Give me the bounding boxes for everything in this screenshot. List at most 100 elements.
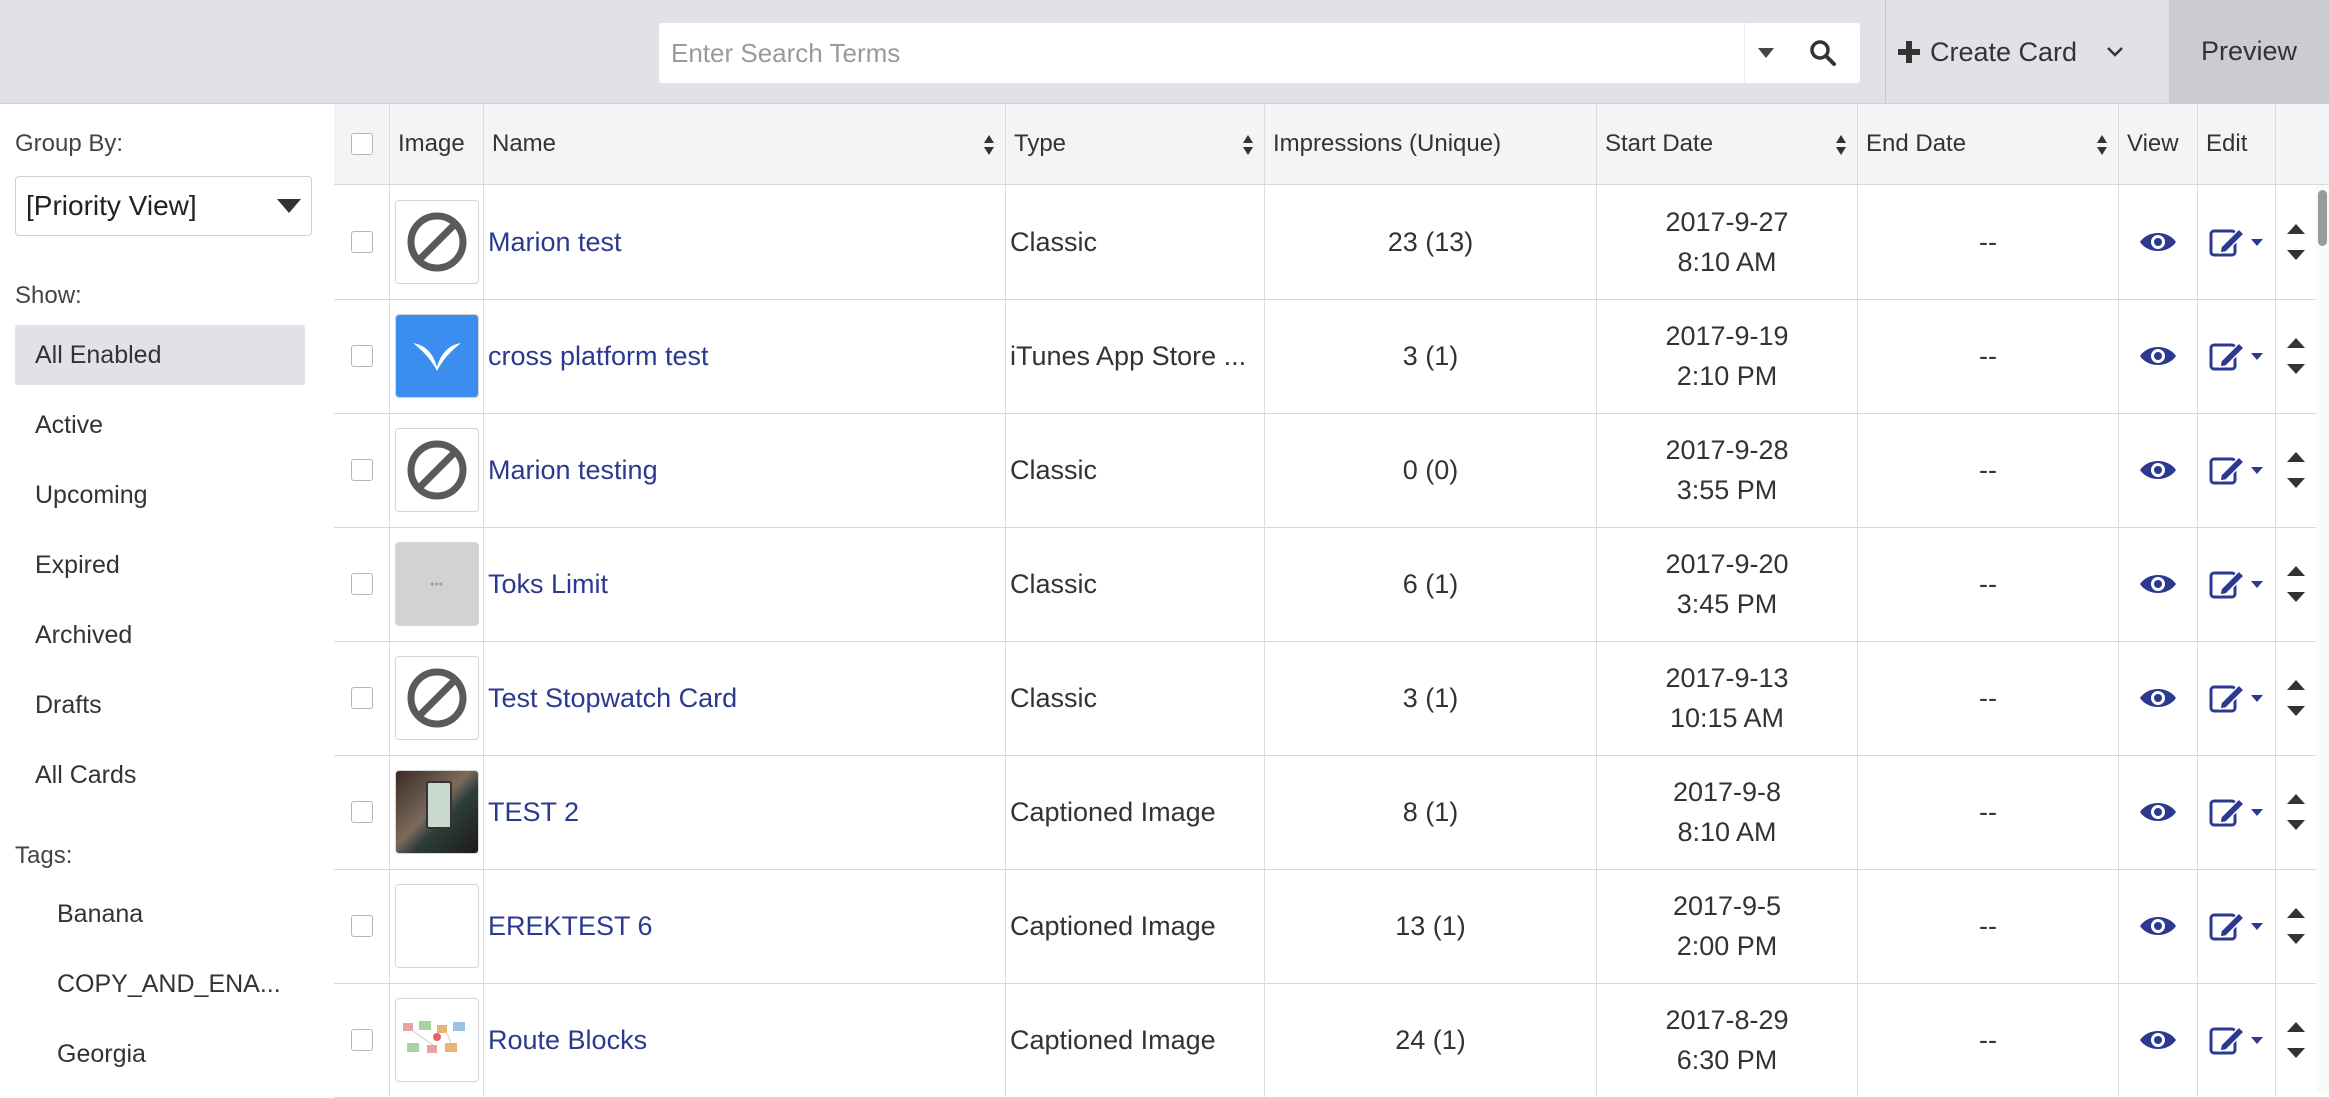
view-button[interactable] [2119,299,2198,413]
select-all-checkbox[interactable] [350,133,373,155]
show-item-expired[interactable]: Expired [15,535,305,595]
preview-button[interactable]: Preview [2169,0,2329,103]
row-checkbox[interactable] [350,915,373,937]
search-button[interactable] [1786,23,1860,83]
move-down-icon[interactable] [2286,933,2306,945]
card-name-link[interactable]: Marion testing [484,455,658,486]
tag-item-copy-and-enable[interactable]: COPY_AND_ENA... [57,970,281,999]
edit-menu-button[interactable] [2198,299,2276,413]
show-item-all-enabled[interactable]: All Enabled [15,325,305,385]
row-checkbox[interactable] [350,459,373,481]
card-name-link[interactable]: Toks Limit [484,569,608,600]
move-down-icon[interactable] [2286,363,2306,375]
edit-menu-button[interactable] [2198,413,2276,527]
card-name-link[interactable]: cross platform test [484,341,709,372]
show-item-drafts[interactable]: Drafts [15,675,305,735]
move-up-icon[interactable] [2286,907,2306,919]
card-thumbnail[interactable] [394,314,479,398]
show-item-archived[interactable]: Archived [15,605,305,665]
chevron-down-icon[interactable] [2105,45,2125,59]
move-up-icon[interactable] [2286,793,2306,805]
row-name-cell: Marion testing [484,413,1006,527]
move-up-icon[interactable] [2286,451,2306,463]
move-up-icon[interactable] [2286,337,2306,349]
card-thumbnail[interactable] [394,200,479,284]
card-name-link[interactable]: EREKTEST 6 [484,911,653,942]
move-down-icon[interactable] [2286,477,2306,489]
row-name-cell: TEST 2 [484,755,1006,869]
view-button[interactable] [2119,641,2198,755]
view-button[interactable] [2119,869,2198,983]
card-end-date: -- [1979,455,1997,485]
show-item-active[interactable]: Active [15,395,305,455]
scrollbar-track[interactable] [2316,185,2329,1093]
header-start-date[interactable]: Start Date [1597,104,1858,184]
card-type: Captioned Image [1010,1024,1216,1055]
card-thumbnail[interactable] [394,656,479,740]
row-name-cell: Route Blocks [484,983,1006,1097]
move-down-icon[interactable] [2286,591,2306,603]
move-down-icon[interactable] [2286,819,2306,831]
table-header: Image Name Type Impressions (Unique) Sta… [334,104,2329,185]
card-thumbnail[interactable]: ●●● [394,542,479,626]
header-type[interactable]: Type [1006,104,1265,184]
edit-menu-button[interactable] [2198,755,2276,869]
card-name-link[interactable]: Route Blocks [484,1025,647,1056]
move-up-icon[interactable] [2286,565,2306,577]
tag-item-georgia[interactable]: Georgia [57,1040,146,1069]
edit-menu-button[interactable] [2198,527,2276,641]
view-button[interactable] [2119,755,2198,869]
card-type: Classic [1010,568,1098,599]
card-name-link[interactable]: TEST 2 [484,797,579,828]
view-button[interactable] [2119,185,2198,299]
row-checkbox[interactable] [350,1029,373,1051]
card-impressions: 3 (1) [1402,341,1459,371]
row-checkbox[interactable] [350,231,373,253]
card-start-date: 2017-9-19 [1665,321,1789,351]
show-item-upcoming[interactable]: Upcoming [15,465,305,525]
edit-menu-button[interactable] [2198,869,2276,983]
scrollbar-thumb[interactable] [2318,190,2327,246]
card-thumbnail[interactable] [394,884,479,968]
eye-icon [2140,803,2176,821]
row-end-date-cell: -- [1858,983,2119,1097]
card-thumbnail[interactable] [394,428,479,512]
row-checkbox[interactable] [350,801,373,823]
card-type: Captioned Image [1010,796,1216,827]
view-button[interactable] [2119,413,2198,527]
row-image-cell [390,413,484,527]
edit-menu-button[interactable] [2198,641,2276,755]
row-end-date-cell: -- [1858,299,2119,413]
row-impressions-cell: 8 (1) [1265,755,1597,869]
header-name[interactable]: Name [484,104,1006,184]
move-down-icon[interactable] [2286,705,2306,717]
card-name-link[interactable]: Test Stopwatch Card [484,683,737,714]
row-checkbox[interactable] [350,345,373,367]
view-button[interactable] [2119,527,2198,641]
blocked-icon [407,212,466,272]
edit-menu-button[interactable] [2198,983,2276,1097]
sort-icon [1836,135,1846,155]
card-thumbnail[interactable] [394,998,479,1082]
view-button[interactable] [2119,983,2198,1097]
table-row: ●●● Toks Limit Classic 6 (1) 2017-9-20 3:45 P… [334,527,2329,642]
search-input[interactable] [659,23,1744,83]
tag-item-banana[interactable]: Banana [57,900,143,929]
header-end-date[interactable]: End Date [1858,104,2119,184]
edit-menu-button[interactable] [2198,185,2276,299]
move-down-icon[interactable] [2286,1047,2306,1059]
create-card-button[interactable]: Create Card [1898,20,2128,84]
group-by-select[interactable]: [Priority View] [15,176,312,236]
card-name-link[interactable]: Marion test [484,227,622,258]
move-up-icon[interactable] [2286,679,2306,691]
card-thumbnail[interactable] [394,770,479,854]
move-down-icon[interactable] [2286,249,2306,261]
row-checkbox[interactable] [350,687,373,709]
move-up-icon[interactable] [2286,1021,2306,1033]
row-type-cell: Captioned Image [1006,983,1265,1097]
header-end-date-label: End Date [1866,130,1967,157]
search-dropdown-toggle[interactable] [1744,23,1787,83]
row-checkbox[interactable] [350,573,373,595]
move-up-icon[interactable] [2286,223,2306,235]
show-item-all-cards[interactable]: All Cards [15,745,305,805]
